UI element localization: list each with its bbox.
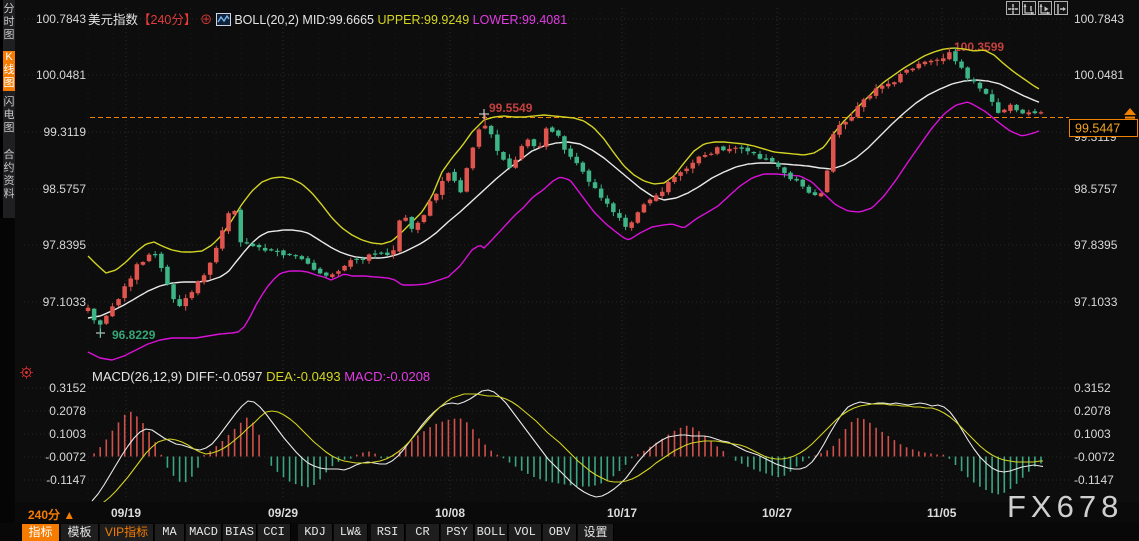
svg-text:0.1003: 0.1003 xyxy=(1074,427,1111,441)
svg-text:97.8395: 97.8395 xyxy=(43,238,87,252)
svg-text:-0.0072: -0.0072 xyxy=(1074,450,1115,464)
svg-text:0.3152: 0.3152 xyxy=(49,381,86,395)
svg-text:100.0481: 100.0481 xyxy=(36,68,86,82)
svg-text:97.1033: 97.1033 xyxy=(1074,295,1118,309)
svg-text:96.8229: 96.8229 xyxy=(112,328,156,342)
svg-text:-0.1147: -0.1147 xyxy=(46,473,86,487)
svg-text:97.8395: 97.8395 xyxy=(1074,238,1118,252)
svg-text:100.3599: 100.3599 xyxy=(954,40,1004,54)
svg-text:-0.1147: -0.1147 xyxy=(1074,473,1114,487)
svg-text:-0.0072: -0.0072 xyxy=(45,450,86,464)
svg-text:0.1003: 0.1003 xyxy=(49,427,86,441)
svg-text:99.5447: 99.5447 xyxy=(1075,122,1120,136)
svg-text:0.2078: 0.2078 xyxy=(1074,404,1111,418)
svg-text:100.0481: 100.0481 xyxy=(1074,68,1124,82)
svg-text:0.2078: 0.2078 xyxy=(49,404,86,418)
svg-text:99.5549: 99.5549 xyxy=(489,101,533,115)
svg-text:98.5757: 98.5757 xyxy=(1074,182,1118,196)
svg-text:100.7843: 100.7843 xyxy=(1074,12,1124,26)
svg-text:97.1033: 97.1033 xyxy=(43,295,87,309)
svg-text:100.7843: 100.7843 xyxy=(36,12,86,26)
svg-text:98.5757: 98.5757 xyxy=(43,182,87,196)
svg-text:99.3119: 99.3119 xyxy=(44,125,87,139)
svg-text:0.3152: 0.3152 xyxy=(1074,381,1111,395)
